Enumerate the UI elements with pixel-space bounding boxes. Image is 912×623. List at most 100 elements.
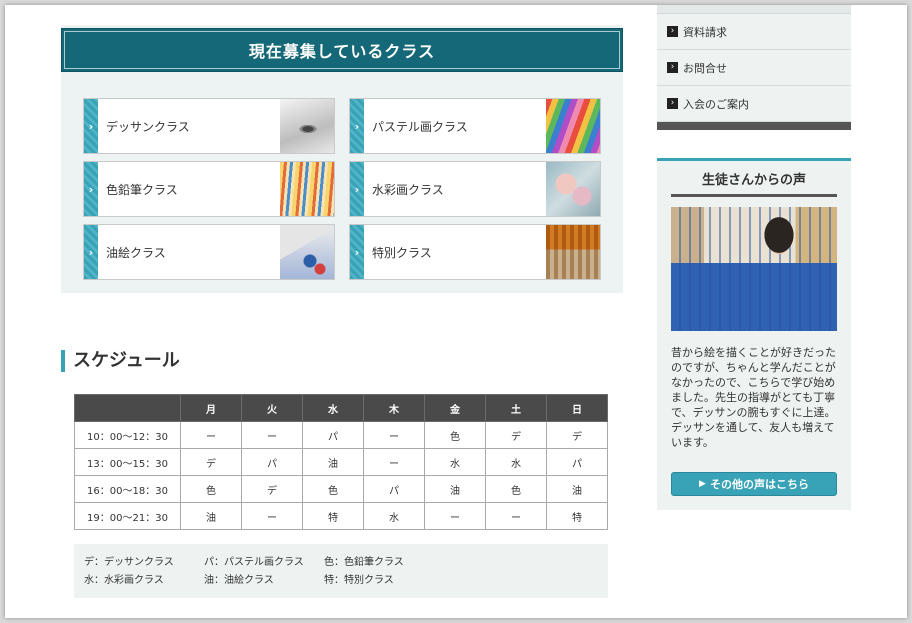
class-cell: ー xyxy=(485,502,547,530)
class-card-special[interactable]: › 特別クラス xyxy=(349,224,601,280)
time-cell: 16：00〜18：30 xyxy=(74,475,181,503)
time-cell: 13：00〜15：30 xyxy=(74,448,181,476)
sidebar-item-contact[interactable]: › お問合せ xyxy=(657,50,851,86)
class-cell: デ xyxy=(180,448,242,476)
time-cell: 19：00〜21：30 xyxy=(74,502,181,530)
class-cell: 油 xyxy=(424,475,486,503)
special-class-image xyxy=(546,225,600,279)
sidebar-item-label: 資料請求 xyxy=(683,25,727,39)
chevron-right-icon: › xyxy=(84,99,98,153)
page-frame: 現在募集しているクラス › デッサンクラス › パステル画クラス › 色鉛筆クラ… xyxy=(5,5,907,618)
class-card-label: パステル画クラス xyxy=(372,119,468,134)
chevron-right-icon: › xyxy=(667,98,678,109)
sidebar-divider xyxy=(657,122,851,130)
table-row: 19：00〜21：30 油 ー 特 水 ー ー 特 xyxy=(74,502,608,530)
class-card-dessin[interactable]: › デッサンクラス xyxy=(83,98,335,154)
class-card-label: 水彩画クラス xyxy=(372,182,444,197)
more-voices-label: その他の声はこちら xyxy=(709,478,809,491)
class-cell: デ xyxy=(485,421,547,449)
class-cell: パ xyxy=(546,448,608,476)
class-cell: 色 xyxy=(302,475,364,503)
legend-row: デ：デッサンクラス パ：パステル画クラス 色：色鉛筆クラス xyxy=(84,554,598,572)
class-card-colored-pencil[interactable]: › 色鉛筆クラス xyxy=(83,161,335,217)
classes-title: 現在募集しているクラス xyxy=(248,42,436,61)
schedule-heading: スケジュール xyxy=(61,350,180,372)
class-cell: 色 xyxy=(180,475,242,503)
sidebar-menu: › 資料請求 › お問合せ › 入会のご案内 xyxy=(657,5,851,130)
table-row: 16：00〜18：30 色 デ 色 パ 油 色 油 xyxy=(74,475,608,503)
sidebar-item-label: 入会のご案内 xyxy=(683,97,749,111)
student-photo xyxy=(671,207,837,331)
schedule-table: 月 火 水 木 金 土 日 10：00〜12：30 ー ー パ ー 色 デ デ … xyxy=(74,394,608,530)
current-classes-section: 現在募集しているクラス › デッサンクラス › パステル画クラス › 色鉛筆クラ… xyxy=(61,25,623,293)
legend-item: パ：パステル画クラス xyxy=(204,557,304,568)
chevron-right-icon: › xyxy=(667,26,678,37)
day-header: 日 xyxy=(546,394,608,422)
class-card-label: 油絵クラス xyxy=(106,245,166,260)
pastels-image xyxy=(546,99,600,153)
play-triangle-icon: ▶ xyxy=(699,479,706,489)
class-cell: パ xyxy=(302,421,364,449)
sidebar-item-request-materials[interactable]: › 資料請求 xyxy=(657,14,851,50)
chevron-right-icon: › xyxy=(84,225,98,279)
table-row: 10：00〜12：30 ー ー パ ー 色 デ デ xyxy=(74,421,608,449)
schedule-legend: デ：デッサンクラス パ：パステル画クラス 色：色鉛筆クラス 水：水彩画クラス 油… xyxy=(74,544,608,598)
day-header: 月 xyxy=(180,394,242,422)
class-cell: ー xyxy=(363,421,425,449)
student-voice-title: 生徒さんからの声 xyxy=(671,169,837,197)
time-cell: 10：00〜12：30 xyxy=(74,421,181,449)
class-card-pastel[interactable]: › パステル画クラス xyxy=(349,98,601,154)
class-cell: パ xyxy=(363,475,425,503)
sidebar-item-label: お問合せ xyxy=(683,61,727,75)
class-cell: パ xyxy=(241,448,303,476)
class-cell: 特 xyxy=(302,502,364,530)
legend-item: デ：デッサンクラス xyxy=(84,557,174,568)
day-header: 木 xyxy=(363,394,425,422)
legend-item: 水：水彩画クラス xyxy=(84,575,164,586)
more-voices-button[interactable]: ▶ その他の声はこちら xyxy=(671,472,837,496)
oil-paint-image xyxy=(280,225,334,279)
class-cell: 油 xyxy=(302,448,364,476)
chevron-right-icon: › xyxy=(667,62,678,73)
student-voice-panel: 生徒さんからの声 昔から絵を描くことが好きだったのですが、ちゃんと学んだことがな… xyxy=(657,158,851,510)
sidebar-item-membership-guide[interactable]: › 入会のご案内 xyxy=(657,86,851,122)
chevron-right-icon: › xyxy=(350,225,364,279)
schedule-corner-cell xyxy=(74,394,181,422)
class-cell: 油 xyxy=(180,502,242,530)
day-header: 土 xyxy=(485,394,547,422)
class-cell: ー xyxy=(180,421,242,449)
class-cell: ー xyxy=(424,502,486,530)
class-cell: 水 xyxy=(424,448,486,476)
day-header: 火 xyxy=(241,394,303,422)
class-cell: ー xyxy=(241,421,303,449)
class-cell: 水 xyxy=(363,502,425,530)
class-card-label: デッサンクラス xyxy=(106,119,190,134)
schedule-header-row: 月 火 水 木 金 土 日 xyxy=(74,394,608,422)
chevron-right-icon: › xyxy=(350,162,364,216)
sidebar-top-strip xyxy=(657,5,851,14)
day-header: 金 xyxy=(424,394,486,422)
class-cell: 色 xyxy=(424,421,486,449)
class-cell: ー xyxy=(363,448,425,476)
classes-title-bar: 現在募集しているクラス xyxy=(61,28,623,72)
class-cell: 水 xyxy=(485,448,547,476)
class-cell: デ xyxy=(546,421,608,449)
class-cell: 色 xyxy=(485,475,547,503)
class-cell: 油 xyxy=(546,475,608,503)
chevron-right-icon: › xyxy=(84,162,98,216)
day-header: 水 xyxy=(302,394,364,422)
student-voice-text: 昔から絵を描くことが好きだったのですが、ちゃんと学んだことがなかったので、こちら… xyxy=(671,346,836,449)
legend-row: 水：水彩画クラス 油：油絵クラス 特：特別クラス xyxy=(84,572,598,590)
class-card-oil[interactable]: › 油絵クラス xyxy=(83,224,335,280)
chevron-right-icon: › xyxy=(350,99,364,153)
legend-item: 特：特別クラス xyxy=(324,575,394,586)
table-row: 13：00〜15：30 デ パ 油 ー 水 水 パ xyxy=(74,448,608,476)
colored-pencils-image xyxy=(280,162,334,216)
class-cell: デ xyxy=(241,475,303,503)
class-card-label: 色鉛筆クラス xyxy=(106,182,178,197)
class-card-watercolor[interactable]: › 水彩画クラス xyxy=(349,161,601,217)
legend-item: 油：油絵クラス xyxy=(204,575,274,586)
legend-item: 色：色鉛筆クラス xyxy=(324,557,404,568)
class-card-label: 特別クラス xyxy=(372,245,432,260)
class-cell: 特 xyxy=(546,502,608,530)
